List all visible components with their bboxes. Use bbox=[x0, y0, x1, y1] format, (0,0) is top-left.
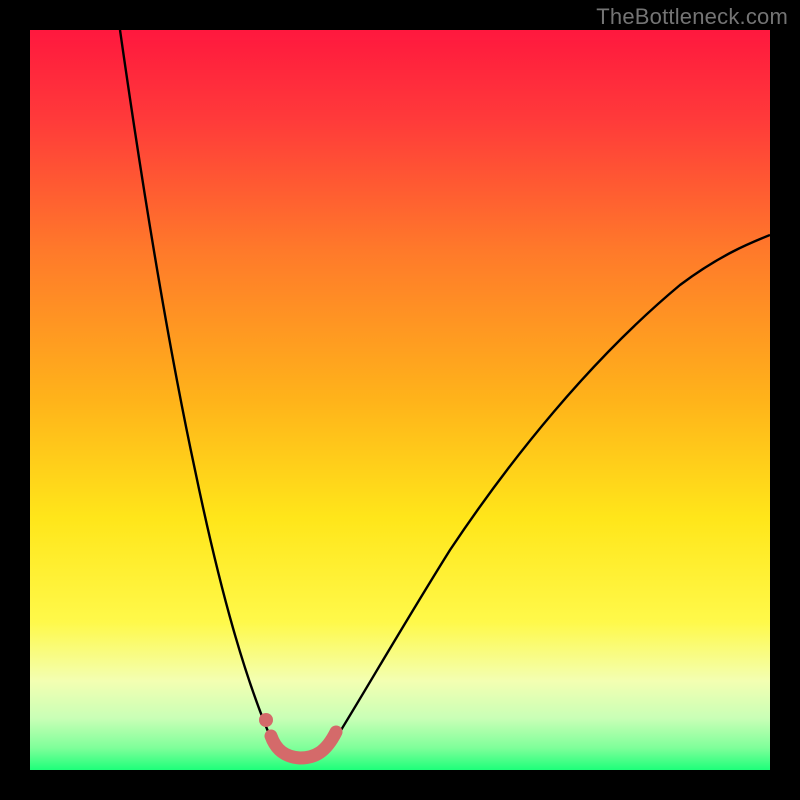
outer-frame: TheBottleneck.com bbox=[0, 0, 800, 800]
gradient-background bbox=[30, 30, 770, 770]
chart-svg bbox=[30, 30, 770, 770]
bottom-marker-dot bbox=[259, 713, 273, 727]
plot-area bbox=[30, 30, 770, 770]
watermark-text: TheBottleneck.com bbox=[596, 4, 788, 30]
